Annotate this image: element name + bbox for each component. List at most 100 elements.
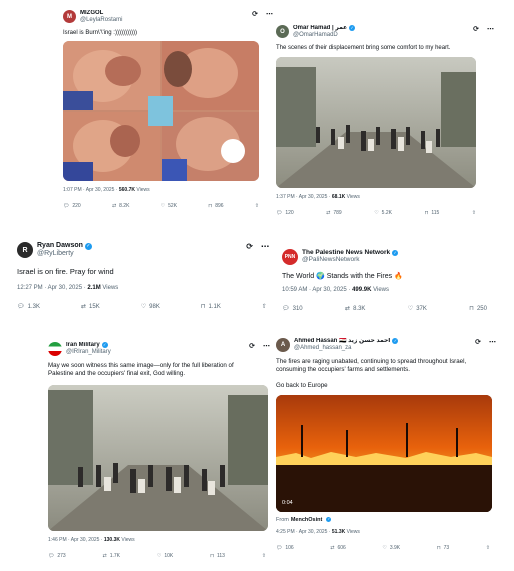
like-button[interactable]: ♡ 3.9K [382, 545, 400, 551]
grok-icon[interactable]: ⟳ [246, 242, 253, 251]
display-name-row: The Palestine News Network ✓ [302, 249, 399, 256]
reply-button[interactable]: 💬︎ 310 [282, 305, 303, 313]
display-name[interactable]: Ryan Dawson [37, 242, 83, 250]
user-handle[interactable]: @LeylaRostami [80, 17, 122, 24]
avatar[interactable] [48, 342, 62, 356]
display-name[interactable]: Ahmed Hassan 🇪🇬 احمد حسن زيد [294, 338, 390, 345]
post-image[interactable] [63, 40, 259, 181]
grok-icon[interactable]: ⟳ [249, 342, 255, 350]
repost-icon: ⇄ [81, 304, 87, 311]
like-button[interactable]: ♡ 52K [161, 203, 177, 209]
reply-count: 273 [57, 552, 66, 559]
post-timestamp[interactable]: 10:59 AM · Apr 30, 2025 · 499.9K Views [282, 287, 494, 293]
action-bar: 💬︎ 120 ⇄ 789 ♡ 5.2K ⊓ 115 ⇧ [276, 210, 476, 216]
post-header: A Ahmed Hassan 🇪🇬 احمد حسن زيد ✓ @Ahmed_h… [276, 338, 496, 352]
more-icon[interactable]: ⋯ [266, 10, 273, 18]
avatar[interactable]: M [63, 10, 76, 23]
repost-button[interactable]: ⇄ 8.3K [345, 305, 365, 313]
post-time[interactable]: 1:37 PM · Apr 30, 2025 · [276, 194, 330, 200]
grok-icon[interactable]: ⟳ [473, 25, 479, 33]
share-button[interactable]: ⇧ [262, 553, 266, 559]
post-timestamp[interactable]: 1:07 PM · Apr 30, 2025 · 560.7K Views [63, 187, 273, 193]
heart-icon: ♡ [140, 304, 147, 311]
verified-badge-icon[interactable]: ✓ [392, 249, 399, 256]
more-icon[interactable]: ⋯ [261, 242, 269, 251]
user-handle[interactable]: @PaliNewsNetwork [302, 256, 398, 263]
like-button[interactable]: ♡ 98K [140, 303, 160, 311]
share-button[interactable]: ⇧ [472, 210, 476, 216]
repost-count: 8.2K [119, 202, 130, 209]
bookmark-count: 896 [215, 202, 224, 209]
bookmark-button[interactable]: ⊓ 113 [210, 553, 225, 559]
reply-button[interactable]: 💬︎ 220 [63, 203, 81, 209]
user-handle[interactable]: @OmarHamadD [293, 32, 355, 39]
repost-button[interactable]: ⇄ 15K [81, 303, 100, 311]
share-button[interactable]: ⇧ [255, 203, 259, 209]
post-video[interactable]: 0:04 [276, 394, 492, 512]
from-label: From [276, 516, 289, 523]
avatar[interactable]: O [276, 25, 289, 38]
bookmark-icon: ⊓ [208, 202, 213, 209]
verified-badge-icon[interactable]: ✓ [392, 338, 399, 345]
more-icon[interactable]: ⋯ [489, 338, 496, 346]
post-ahmed-hassan: A Ahmed Hassan 🇪🇬 احمد حسن زيد ✓ @Ahmed_h… [276, 338, 496, 570]
more-icon[interactable]: ⋯ [487, 25, 494, 33]
repost-button[interactable]: ⇄ 789 [326, 210, 342, 216]
display-name-row: Ryan Dawson ✓ [37, 242, 92, 250]
post-image[interactable] [48, 384, 268, 531]
verified-badge-icon[interactable]: ✓ [84, 242, 92, 250]
post-timestamp[interactable]: 1:46 PM · Apr 30, 2025 · 130.3K Views [48, 537, 270, 543]
reply-button[interactable]: 💬︎ 273 [48, 553, 66, 559]
bookmark-count: 113 [216, 552, 225, 559]
post-timestamp[interactable]: 12:27 PM · Apr 30, 2025 · 2.1M Views [17, 285, 269, 291]
avatar[interactable]: A [276, 338, 290, 352]
post-time[interactable]: 1:07 PM · Apr 30, 2025 · [63, 187, 117, 193]
avatar[interactable]: PNN [282, 249, 298, 265]
grok-icon[interactable]: ⟳ [475, 338, 481, 346]
post-time[interactable]: 10:59 AM · Apr 30, 2025 · [282, 287, 350, 293]
user-handle[interactable]: @RyLiberty [37, 250, 92, 258]
bookmark-button[interactable]: ⊓ 115 [424, 210, 439, 216]
display-name[interactable]: MIZGOL [80, 10, 122, 17]
share-icon: ⇧ [254, 202, 259, 209]
user-handle[interactable]: @IRIran_Military [66, 349, 111, 356]
heart-icon: ♡ [160, 202, 166, 209]
repost-button[interactable]: ⇄ 8.2K [112, 203, 130, 209]
bookmark-button[interactable]: ⊓ 896 [208, 203, 223, 209]
verified-badge-icon[interactable]: ✓ [101, 342, 108, 349]
like-button[interactable]: ♡ 5.2K [374, 210, 392, 216]
post-image[interactable] [276, 56, 476, 188]
view-count: 68.1K [331, 193, 346, 200]
post-time[interactable]: 12:27 PM · Apr 30, 2025 · [17, 285, 86, 291]
display-name-row: Omar Hamad | عمر ✓ [293, 25, 356, 32]
repost-button[interactable]: ⇄ 606 [330, 545, 346, 551]
verified-badge-icon[interactable]: ✓ [349, 25, 356, 32]
reply-icon: 💬︎ [276, 544, 283, 551]
from-source-link[interactable]: MenchOsint [291, 517, 322, 523]
like-button[interactable]: ♡ 10K [157, 553, 173, 559]
display-name[interactable]: Omar Hamad | عمر [293, 25, 347, 32]
bookmark-button[interactable]: ⊓ 250 [469, 305, 487, 313]
repost-count: 15K [89, 303, 100, 310]
post-time[interactable]: 4:25 PM · Apr 30, 2025 · [276, 529, 330, 535]
more-icon[interactable]: ⋯ [263, 342, 270, 350]
display-name[interactable]: Iran Military [66, 342, 100, 349]
bookmark-button[interactable]: ⊓ 73 [437, 545, 449, 551]
views-label: Views [346, 193, 360, 200]
avatar[interactable]: R [17, 242, 33, 258]
post-timestamp[interactable]: 1:37 PM · Apr 30, 2025 · 68.1K Views [276, 194, 494, 200]
post-timestamp[interactable]: 4:25 PM · Apr 30, 2025 · 51.3K Views [276, 529, 496, 535]
display-name[interactable]: The Palestine News Network [302, 249, 390, 256]
post-time[interactable]: 1:46 PM · Apr 30, 2025 · [48, 537, 102, 543]
share-button[interactable]: ⇧ [486, 545, 490, 551]
bookmark-button[interactable]: ⊓ 1.1K [201, 303, 221, 311]
reply-icon: 💬︎ [17, 304, 25, 311]
like-button[interactable]: ♡ 37K [408, 305, 427, 313]
reply-button[interactable]: 💬︎ 120 [276, 210, 294, 216]
reply-button[interactable]: 💬︎ 1.3K [17, 303, 40, 311]
repost-button[interactable]: ⇄ 1.7K [103, 553, 121, 559]
reply-button[interactable]: 💬︎ 106 [276, 545, 294, 551]
user-handle[interactable]: @Ahmed_hassan_za [294, 345, 398, 352]
share-button[interactable]: ⇧ [262, 303, 267, 310]
grok-icon[interactable]: ⟳ [252, 10, 258, 18]
